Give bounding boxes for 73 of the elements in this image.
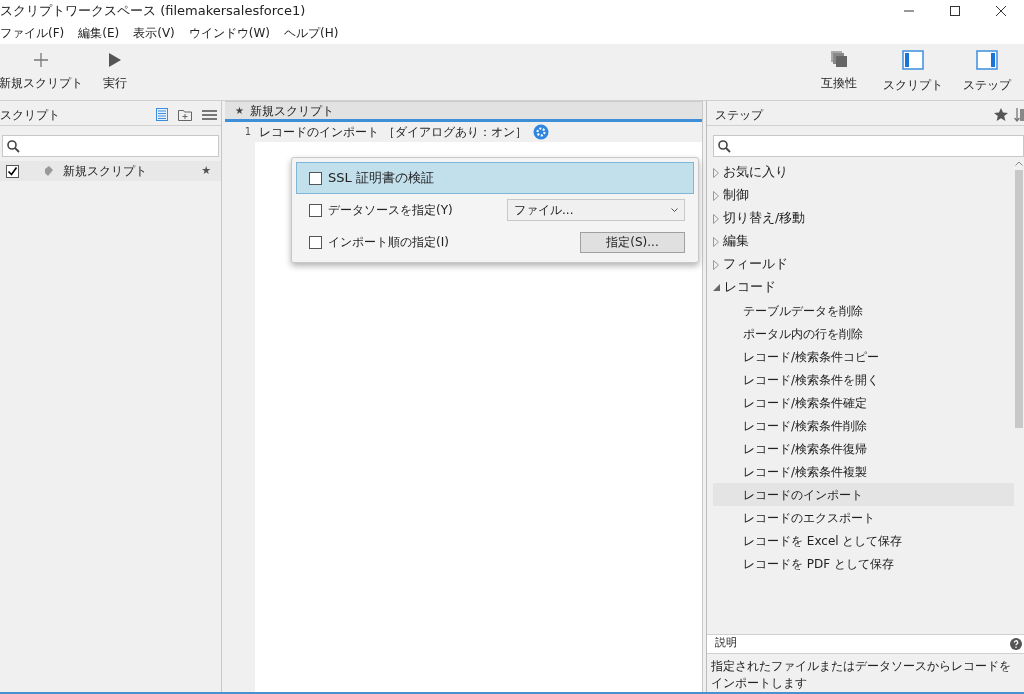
list-view-icon[interactable] (156, 108, 168, 121)
step-item[interactable]: レコード/検索条件確定 (713, 391, 1014, 414)
specify-button[interactable]: 指定(S)... (580, 231, 685, 253)
checkbox[interactable] (309, 235, 322, 249)
new-folder-icon[interactable] (178, 108, 192, 121)
toolbar-button[interactable]: スクリプト (876, 50, 950, 94)
help-icon[interactable] (1010, 637, 1022, 650)
checkbox[interactable] (6, 164, 19, 178)
script-icon (43, 165, 55, 177)
data-source-dropdown[interactable]: ファイル... (507, 199, 685, 221)
panel-title: ステップ (715, 106, 763, 124)
scrollbar-thumb[interactable] (1015, 170, 1023, 428)
modified-mark: ★ (235, 104, 244, 118)
menu-item[interactable]: ファイル(F) (0, 24, 65, 42)
close-icon (996, 6, 1006, 16)
panel-title: 説明 (715, 635, 737, 652)
step-item[interactable]: テーブルデータを削除 (713, 299, 1014, 322)
script-item[interactable]: 新規スクリプト ★ (0, 161, 221, 181)
line-number: 1 (243, 125, 252, 139)
option-label: SSL 証明書の検証 (328, 169, 434, 188)
step-category[interactable]: お気に入り (713, 161, 1014, 184)
step-item[interactable]: レコード/検索条件削除 (713, 414, 1014, 437)
gear-icon[interactable] (532, 124, 549, 140)
toolbar-button[interactable]: 実行 (82, 52, 148, 92)
step-item[interactable]: レコード/検索条件複製 (713, 460, 1014, 483)
description-text: 指定されたファイルまたはデータソースからレコードをインポートします (710, 657, 1012, 692)
step-item[interactable]: レコードのインポート (713, 483, 1014, 506)
step-item[interactable]: レコードを PDF として保存 (713, 552, 1014, 575)
toolbar-button[interactable]: 新規スクリプト (0, 52, 82, 92)
menu-item[interactable]: ヘルプ(H) (284, 24, 339, 42)
stacked-pages-icon (830, 50, 848, 68)
window-title: スクリプトワークスペース (filemakersalesforce1) (0, 2, 306, 21)
search-field[interactable] (2, 135, 219, 157)
star-mark: ★ (201, 162, 211, 179)
script-name: 新規スクリプト (63, 163, 147, 180)
step-category[interactable]: 切り替え/移動 (713, 207, 1014, 230)
step-category[interactable]: フィールド (713, 253, 1014, 276)
editor-tab[interactable]: 新規スクリプト (249, 101, 334, 120)
scroll-up-icon[interactable] (1015, 161, 1023, 166)
checkbox[interactable] (309, 171, 322, 185)
search-icon (718, 139, 731, 153)
step-item[interactable]: ポータル内の行を削除 (713, 322, 1014, 345)
play-icon (108, 52, 122, 68)
left-panel-icon (902, 50, 924, 70)
search-icon (7, 139, 20, 153)
step-category[interactable]: レコード (713, 276, 1014, 299)
toolbar-button[interactable]: ステップ (950, 50, 1024, 94)
maximize-icon (950, 6, 960, 16)
option-label: データソースを指定(Y) (328, 202, 453, 219)
step-item[interactable]: レコード/検索条件コピー (713, 345, 1014, 368)
option-row[interactable]: データソースを指定(Y) ファイル... (296, 194, 694, 226)
chevron-down-icon (671, 207, 678, 213)
menu-item[interactable]: 表示(V) (133, 24, 175, 42)
menu-item[interactable]: 編集(E) (78, 24, 120, 42)
step-item[interactable]: レコード/検索条件復帰 (713, 437, 1014, 460)
step-category[interactable]: 制御 (713, 184, 1014, 207)
menu-icon[interactable] (202, 108, 217, 121)
toolbar-button[interactable]: 互換性 (802, 50, 876, 94)
option-row[interactable]: SSL 証明書の検証 (296, 162, 694, 194)
step-item[interactable]: レコードを Excel として保存 (713, 529, 1014, 552)
plus-icon (33, 52, 49, 68)
step-item[interactable]: レコードのエクスポート (713, 506, 1014, 529)
step-category[interactable]: 編集 (713, 230, 1014, 253)
checkbox[interactable] (309, 203, 322, 217)
search-field[interactable] (713, 135, 1024, 157)
option-row[interactable]: インポート順の指定(I) 指定(S)... (296, 226, 694, 258)
star-icon[interactable] (994, 108, 1008, 121)
sort-icon[interactable] (1014, 106, 1024, 123)
menu-item[interactable]: ウインドウ(W) (188, 24, 271, 42)
option-label: インポート順の指定(I) (328, 234, 449, 251)
step-item[interactable]: レコード/検索条件を開く (713, 368, 1014, 391)
right-panel-icon (976, 50, 998, 70)
panel-title: スクリプト (0, 106, 60, 124)
